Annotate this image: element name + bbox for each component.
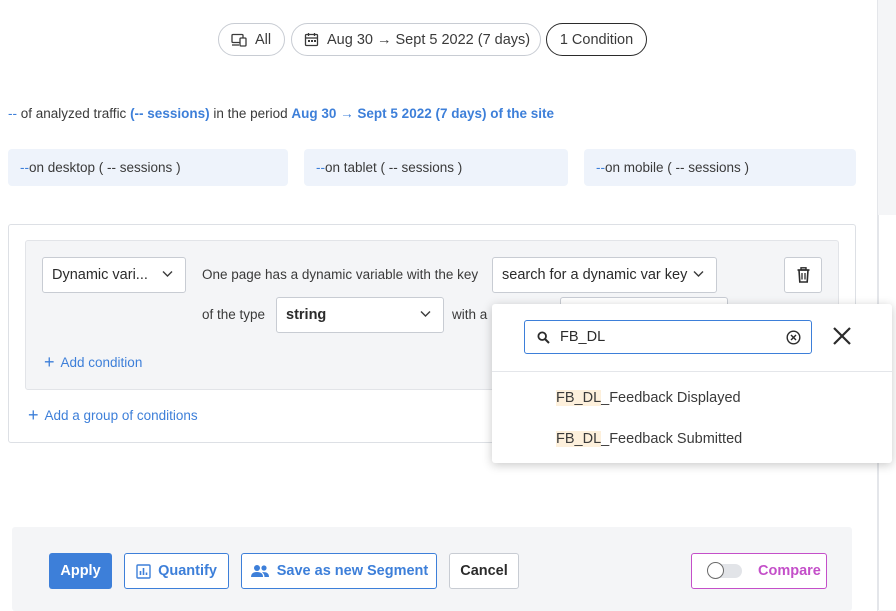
trash-icon — [797, 267, 809, 283]
mobile-label: on mobile ( -- sessions ) — [605, 160, 750, 175]
clear-search-icon[interactable] — [786, 330, 801, 345]
dropdown-search-input[interactable] — [560, 329, 760, 345]
toggle-knob — [707, 562, 724, 579]
save-segment-button[interactable]: Save as new Segment — [241, 553, 437, 589]
dropdown-option[interactable]: FB_DL_Feedback Submitted — [556, 431, 742, 447]
dynamic-var-key-value: search for a dynamic var key — [502, 267, 688, 283]
cancel-button[interactable]: Cancel — [449, 553, 519, 589]
tablet-label: on tablet ( -- sessions ) — [325, 160, 463, 175]
compare-toggle-switch[interactable] — [707, 562, 742, 579]
traffic-period-link[interactable]: Aug 30 → Sept 5 2022 (7 days) of the sit… — [291, 106, 554, 121]
option-match-highlight: FB_DL — [556, 431, 602, 447]
with-a-label: with a — [452, 307, 488, 322]
mobile-traffic-box: -- on mobile ( -- sessions ) — [584, 149, 856, 186]
traffic-percent: -- — [8, 106, 17, 121]
apply-button[interactable]: Apply — [49, 553, 112, 589]
desktop-traffic-box: -- on desktop ( -- sessions ) — [8, 149, 288, 186]
period-filter-pill[interactable]: Aug 30 → Sept 5 2022 (7 days) — [291, 23, 541, 56]
dropdown-option[interactable]: FB_DL_Feedback Displayed — [556, 390, 741, 406]
quantify-label: Quantify — [158, 563, 217, 579]
dropdown-search-field[interactable] — [524, 320, 812, 354]
option-label-rest: _Feedback Displayed — [601, 390, 741, 406]
add-condition-label: Add condition — [60, 354, 143, 370]
plus-icon: + — [28, 405, 39, 425]
cancel-label: Cancel — [460, 563, 508, 579]
chevron-down-icon — [693, 271, 704, 277]
desktop-label: on desktop ( -- sessions ) — [29, 160, 181, 175]
compare-toggle-button[interactable]: Compare — [691, 553, 827, 589]
chevron-down-icon — [420, 311, 431, 317]
close-icon[interactable] — [832, 326, 852, 346]
users-icon — [250, 565, 269, 577]
key-label: One page has a dynamic variable with the… — [202, 267, 479, 282]
add-condition-button[interactable]: + Add condition — [44, 353, 142, 371]
plus-icon: + — [44, 352, 55, 372]
value-type-select[interactable]: string — [276, 297, 444, 333]
quantify-button[interactable]: Quantify — [124, 553, 229, 589]
compare-label: Compare — [758, 563, 821, 579]
add-group-button[interactable]: + Add a group of conditions — [28, 406, 198, 424]
traffic-text-b: in the period — [209, 106, 292, 121]
bar-chart-icon — [136, 563, 151, 579]
conditions-filter-pill[interactable]: 1 Condition — [546, 23, 647, 56]
devices-icon — [231, 33, 247, 47]
tablet-percent: -- — [316, 160, 325, 175]
condition-type-value: Dynamic vari... — [52, 267, 148, 283]
search-icon — [537, 330, 550, 344]
conditions-filter-label: 1 Condition — [559, 31, 634, 48]
desktop-percent: -- — [20, 160, 29, 175]
delete-condition-button[interactable] — [784, 257, 822, 293]
apply-label: Apply — [60, 563, 101, 579]
dynamic-var-key-dropdown: FB_DL_Feedback Displayed FB_DL_Feedback … — [492, 304, 892, 463]
save-segment-label: Save as new Segment — [276, 563, 429, 579]
devices-filter-label: All — [255, 31, 272, 48]
condition-type-select[interactable]: Dynamic vari... — [42, 257, 186, 293]
dynamic-var-key-select[interactable]: search for a dynamic var key — [492, 257, 717, 293]
period-filter-label: Aug 30 → Sept 5 2022 (7 days) — [327, 31, 531, 48]
calendar-icon — [304, 33, 319, 47]
tablet-traffic-box: -- on tablet ( -- sessions ) — [304, 149, 568, 186]
option-match-highlight: FB_DL — [556, 390, 602, 406]
value-type-value: string — [286, 307, 327, 323]
option-label-rest: _Feedback Submitted — [601, 431, 743, 447]
add-group-label: Add a group of conditions — [44, 407, 198, 423]
traffic-sessions-link[interactable]: (-- sessions) — [130, 106, 210, 121]
traffic-summary: -- of analyzed traffic (-- sessions) in … — [8, 106, 554, 121]
devices-filter-pill[interactable]: All — [218, 23, 285, 56]
of-type-label: of the type — [202, 307, 266, 322]
traffic-text-a: of analyzed traffic — [17, 106, 131, 121]
mobile-percent: -- — [596, 160, 605, 175]
chevron-down-icon — [162, 271, 173, 277]
dropdown-divider — [492, 371, 892, 372]
